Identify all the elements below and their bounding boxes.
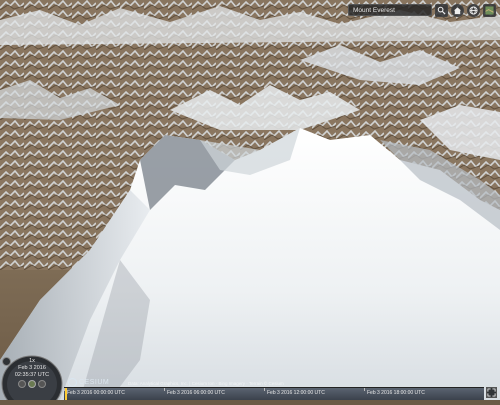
timeline-label: Feb 3 2016 00:00:00 UTC (67, 390, 125, 396)
terrain-view[interactable] (0, 0, 500, 400)
fullscreen-icon (487, 388, 496, 397)
time-label: 02:35:37 UTC (14, 372, 50, 378)
timeline-tick (164, 388, 165, 391)
home-icon (453, 6, 462, 14)
pause-button[interactable] (28, 380, 36, 388)
play-button[interactable] (38, 380, 46, 388)
fullscreen-button[interactable] (486, 387, 497, 398)
timeline-label: Feb 3 2016 18:00:00 UTC (367, 390, 425, 396)
logo-text: CESIUM (79, 379, 110, 386)
animation-widget[interactable]: 1x Feb 3 2016 02:35:37 UTC (0, 344, 64, 405)
timeline-label: Feb 3 2016 06:00:00 UTC (167, 390, 225, 396)
rewind-button[interactable] (18, 380, 26, 388)
search-icon (437, 6, 446, 15)
globe-icon (469, 5, 478, 15)
base-layer-picker[interactable] (483, 3, 496, 17)
date-label: Feb 3 2016 (18, 365, 46, 371)
layers-icon (485, 5, 494, 15)
timeline-label: Feb 3 2016 12:00:00 UTC (267, 390, 325, 396)
help-button[interactable] (2, 357, 11, 366)
cesium-logo[interactable]: CESIUM (68, 378, 109, 387)
credits-text: Data: Analytical Graphics, Inc. | Cesium… (128, 381, 284, 386)
search-input[interactable]: Mount Everest (348, 4, 432, 16)
cesium-logo-icon (68, 378, 77, 387)
toolbar: Mount Everest (348, 3, 496, 17)
timeline-tick (364, 388, 365, 391)
scene-mode-button[interactable] (467, 3, 480, 17)
timeline[interactable]: Feb 3 2016 00:00:00 UTC Feb 3 2016 06:00… (64, 387, 484, 400)
timeline-tick (64, 388, 65, 391)
home-button[interactable] (451, 3, 464, 17)
timeline-tick (264, 388, 265, 391)
search-button[interactable] (435, 3, 448, 17)
